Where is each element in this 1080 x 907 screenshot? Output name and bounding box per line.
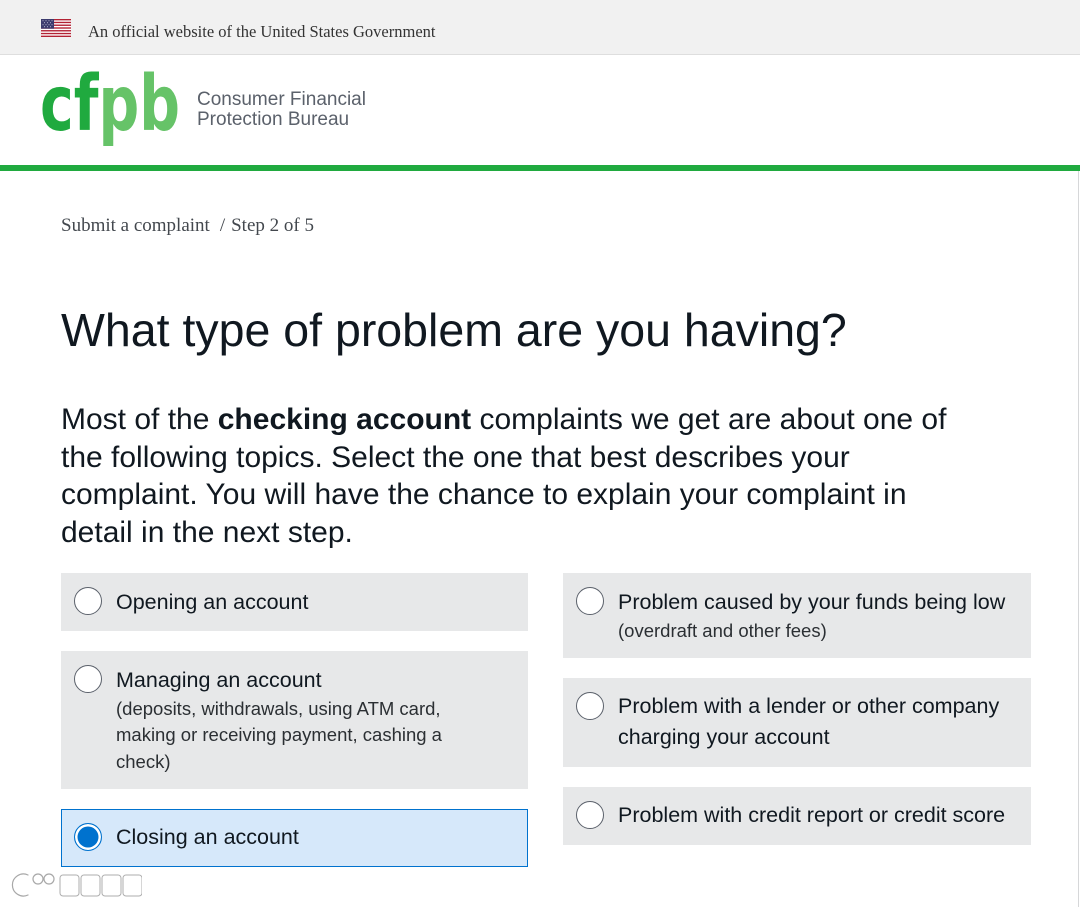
option-lender-charging-account[interactable]: Problem with a lender or other company c… [563, 677, 1031, 767]
option-closing-an-account[interactable]: Closing an account [61, 808, 528, 867]
org-name: Consumer Financial Protection Bureau [197, 90, 366, 130]
option-label: Problem with a lender or other company c… [618, 694, 1000, 749]
gov-banner-text: An official website of the United States… [88, 22, 436, 41]
intro-text-product: checking account [217, 403, 472, 436]
options-column-left: Opening an account Managing an account (… [61, 573, 528, 887]
cfpb-logo-wordmark: cfpb [40, 60, 180, 149]
main-content: Submit a complaint / Step 2 of 5 What type… [0, 171, 1079, 907]
option-detail: (overdraft and other fees) [618, 619, 827, 641]
gov-banner: An official website of the United States… [0, 0, 1080, 55]
cfpb-logo[interactable]: cfpb [40, 60, 185, 153]
option-label: Closing an account [116, 825, 299, 849]
org-name-line-1: Consumer Financial [197, 89, 366, 110]
radio-opening-an-account[interactable] [74, 587, 102, 615]
radio-closing-an-account[interactable] [74, 822, 102, 851]
site-header: cfpb Consumer Financial Protection Burea… [0, 55, 1080, 165]
breadcrumb-link-submit-complaint[interactable]: Submit a complaint [61, 215, 210, 236]
option-label: Managing an account [116, 667, 322, 692]
radio-lender-charging-account[interactable] [576, 691, 604, 720]
svg-text:cfpb: cfpb [40, 60, 180, 149]
problem-options: Opening an account Managing an account (… [61, 573, 1031, 873]
watermark-logo [10, 872, 142, 898]
radio-funds-being-low[interactable] [576, 587, 604, 615]
intro-text: Most of the checking account complaints … [61, 401, 966, 552]
option-managing-an-account[interactable]: Managing an account (deposits, withdrawa… [61, 651, 528, 789]
logo-letter-f: f [74, 60, 100, 149]
option-credit-report-or-score[interactable]: Problem with credit report or credit sco… [563, 786, 1031, 845]
options-column-right: Problem caused by your funds being low (… [563, 573, 1031, 865]
breadcrumb-current-step: Step 2 of 5 [231, 215, 314, 236]
option-opening-an-account[interactable]: Opening an account [61, 573, 528, 631]
us-flag-icon [41, 19, 71, 37]
breadcrumb-separator: / [219, 215, 226, 236]
radio-credit-report-or-score[interactable] [576, 800, 604, 829]
org-name-line-2: Protection Bureau [197, 109, 350, 130]
option-label: Problem caused by your funds being low [618, 589, 1006, 614]
option-detail: (deposits, withdrawals, using ATM card, … [116, 697, 442, 772]
page-title: What type of problem are you having? [61, 304, 847, 356]
logo-letter-p: p [99, 60, 140, 149]
radio-managing-an-account[interactable] [74, 665, 102, 693]
option-label: Problem with credit report or credit sco… [618, 803, 1006, 827]
breadcrumb: Submit a complaint / Step 2 of 5 [61, 215, 314, 237]
option-label: Opening an account [116, 589, 309, 614]
option-funds-being-low[interactable]: Problem caused by your funds being low (… [563, 573, 1031, 658]
intro-text-start: Most of the [61, 403, 218, 436]
logo-letter-c: c [40, 60, 74, 149]
logo-letter-b: b [139, 60, 180, 149]
